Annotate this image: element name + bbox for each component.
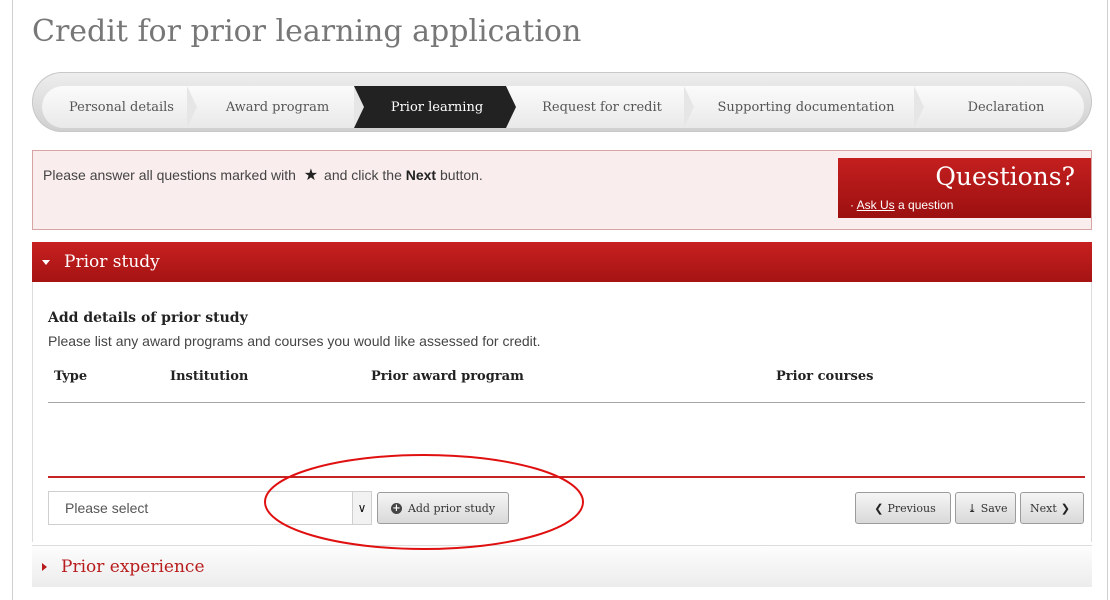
column-header-prior-award-program: Prior award program bbox=[371, 369, 524, 384]
notice-text-start: Please answer all questions marked with bbox=[43, 167, 296, 183]
prior-experience-section-header[interactable]: Prior experience bbox=[32, 545, 1092, 587]
save-label: Save bbox=[980, 501, 1008, 515]
section-title: Prior experience bbox=[61, 556, 205, 577]
study-type-select[interactable]: Please select ∨ bbox=[48, 491, 372, 525]
step-label: Supporting documentation bbox=[717, 99, 895, 115]
progress-steps: Personal details Award program Prior lea… bbox=[42, 86, 1084, 128]
chevron-right-icon: ❯ bbox=[1060, 501, 1070, 515]
previous-button[interactable]: ❮ Previous bbox=[855, 492, 951, 524]
chevron-left-icon: ❮ bbox=[874, 501, 884, 515]
notice-text-middle: and click the bbox=[324, 167, 402, 183]
step-supporting-documentation[interactable]: Supporting documentation bbox=[684, 86, 924, 128]
column-header-institution: Institution bbox=[170, 369, 249, 384]
add-prior-study-button[interactable]: + Add prior study bbox=[377, 492, 509, 524]
column-header-type: Type bbox=[54, 369, 88, 384]
prior-study-subtitle: Add details of prior study bbox=[48, 310, 248, 326]
page-title: Credit for prior learning application bbox=[32, 14, 582, 49]
star-icon: ★ bbox=[303, 167, 319, 184]
step-personal-details[interactable]: Personal details bbox=[42, 86, 197, 128]
notice-text: Please answer all questions marked with … bbox=[43, 165, 483, 185]
section-divider bbox=[48, 476, 1085, 478]
save-icon: ⤓ bbox=[967, 501, 977, 515]
next-button[interactable]: Next ❯ bbox=[1020, 492, 1084, 524]
ask-us-link[interactable]: Ask Us bbox=[857, 198, 895, 212]
step-label: Request for credit bbox=[542, 99, 662, 115]
step-label: Declaration bbox=[967, 99, 1045, 115]
step-label: Personal details bbox=[69, 99, 174, 115]
step-label: Prior learning bbox=[390, 99, 484, 115]
step-label: Award program bbox=[225, 99, 330, 115]
ask-us-line: · Ask Us a question bbox=[850, 198, 953, 212]
notice-next-word: Next bbox=[405, 167, 437, 183]
step-prior-learning[interactable]: Prior learning bbox=[354, 86, 516, 128]
plus-circle-icon: + bbox=[390, 502, 402, 514]
prior-study-description: Please list any award programs and cours… bbox=[48, 333, 541, 349]
caret-down-icon bbox=[42, 259, 50, 265]
prior-study-section-header[interactable]: Prior study bbox=[32, 242, 1092, 282]
bullet: · bbox=[850, 198, 857, 212]
notice-text-end: button. bbox=[440, 167, 483, 183]
save-button[interactable]: ⤓ Save bbox=[955, 492, 1016, 524]
ask-us-suffix: a question bbox=[898, 198, 954, 212]
step-declaration[interactable]: Declaration bbox=[914, 86, 1084, 128]
chevron-down-icon[interactable]: ∨ bbox=[352, 492, 371, 524]
previous-label: Previous bbox=[887, 501, 936, 515]
questions-box: Questions? · Ask Us a question bbox=[838, 158, 1091, 218]
column-header-prior-courses: Prior courses bbox=[776, 369, 874, 384]
step-request-for-credit[interactable]: Request for credit bbox=[506, 86, 694, 128]
next-label: Next bbox=[1030, 501, 1057, 515]
select-value: Please select bbox=[65, 500, 149, 516]
table-header-divider bbox=[48, 402, 1085, 403]
section-title: Prior study bbox=[64, 252, 160, 272]
caret-right-icon bbox=[42, 562, 47, 571]
add-prior-study-label: Add prior study bbox=[407, 501, 496, 515]
step-award-program[interactable]: Award program bbox=[187, 86, 364, 128]
questions-title: Questions? bbox=[935, 162, 1075, 191]
